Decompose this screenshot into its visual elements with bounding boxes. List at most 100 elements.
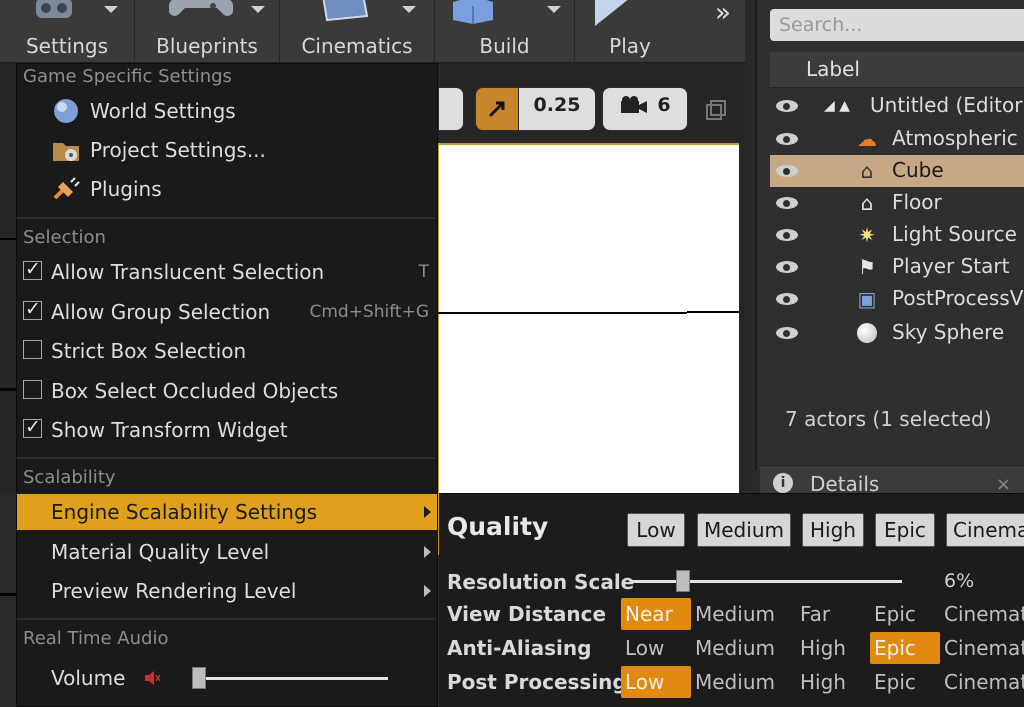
resolution-slider-track[interactable]	[632, 580, 902, 583]
volume-row: Volume	[17, 660, 437, 696]
volume-slider-thumb[interactable]	[192, 667, 206, 689]
post-process-volume-icon: ▣	[857, 287, 877, 311]
option-button[interactable]: Medium	[691, 666, 795, 698]
shortcut-label: Cmd+Shift+G	[309, 302, 429, 322]
section-heading: Game Specific Settings	[23, 66, 232, 87]
option-button[interactable]: Epic	[870, 632, 940, 664]
checkbox-unchecked[interactable]	[23, 380, 42, 399]
preset-high-button[interactable]: High	[802, 513, 864, 547]
outliner-row[interactable]: ✷ Light Source	[770, 219, 1024, 251]
speaker-muted-icon[interactable]	[143, 669, 161, 687]
option-button[interactable]: Epic	[870, 598, 940, 630]
resolution-scale-label: Resolution Scale	[447, 570, 635, 594]
outliner-search-input[interactable]: Search...	[770, 9, 1024, 41]
menu-item-label: World Settings	[90, 99, 236, 123]
camera-speed-button[interactable]: 6	[602, 87, 688, 585]
cinematics-label: Cinematics	[301, 34, 413, 58]
visibility-eye-icon[interactable]	[776, 100, 798, 112]
build-button[interactable]: Build	[435, 0, 575, 63]
outliner-column-header[interactable]: Label	[770, 52, 1024, 88]
visibility-eye-icon[interactable]	[776, 327, 798, 339]
menu-item-label: Strict Box Selection	[51, 339, 247, 363]
option-button[interactable]: Cinemat	[940, 632, 1024, 664]
option-button[interactable]: Epic	[870, 666, 940, 698]
play-button[interactable]: Play	[575, 0, 685, 63]
outliner-row[interactable]: ◢ ▲ Untitled (Editor)	[770, 90, 1024, 122]
rotation-snap-button[interactable]	[438, 87, 464, 131]
menu-item-label: Show Transform Widget	[51, 418, 288, 442]
blueprints-label: Blueprints	[156, 34, 258, 58]
maximize-viewport-icon[interactable]	[705, 99, 727, 121]
scale-snap-toggle[interactable]	[475, 87, 519, 131]
section-heading: Real Time Audio	[23, 628, 169, 649]
plugins-item[interactable]: Plugins	[17, 171, 437, 207]
preset-cinematic-button[interactable]: Cinema	[946, 513, 1024, 547]
outliner-row[interactable]: ☁ Atmospheric F	[770, 123, 1024, 155]
option-button[interactable]: Medium	[691, 632, 795, 664]
project-settings-item[interactable]: Project Settings...	[17, 132, 437, 168]
outliner-row-selected[interactable]: ⌂ Cube	[770, 155, 1024, 187]
cinematics-button[interactable]: Cinematics	[280, 0, 435, 63]
checkbox-checked[interactable]	[23, 298, 42, 320]
preset-medium-button[interactable]: Medium	[697, 513, 791, 547]
chevron-down-icon	[104, 6, 118, 13]
outliner-row[interactable]: Sky Sphere	[770, 317, 1024, 349]
menu-item-label: Preview Rendering Level	[51, 579, 297, 603]
box-select-occluded-item[interactable]: Box Select Occluded Objects	[17, 373, 437, 409]
option-button[interactable]: Cinemat	[940, 666, 1024, 698]
outliner-row[interactable]: ⚑ Player Start	[770, 251, 1024, 283]
option-button[interactable]: Low	[621, 666, 691, 698]
option-button[interactable]: Low	[621, 632, 691, 664]
outliner-row[interactable]: ▣ PostProcessV	[770, 283, 1024, 315]
scale-snap-value[interactable]: 0.25	[518, 87, 596, 585]
preview-rendering-level-item[interactable]: Preview Rendering Level	[17, 573, 437, 609]
allow-group-selection-item[interactable]: Allow Group Selection Cmd+Shift+G	[17, 294, 437, 330]
viewport-grid-line	[0, 388, 16, 391]
option-button[interactable]: Near	[621, 598, 691, 630]
visibility-eye-icon[interactable]	[776, 293, 798, 305]
player-start-icon: ⚑	[858, 255, 876, 279]
outliner-row[interactable]: ⌂ Floor	[770, 187, 1024, 219]
anti-aliasing-label: Anti-Aliasing	[447, 636, 592, 660]
blueprints-button[interactable]: Blueprints	[135, 0, 280, 63]
menu-separator	[17, 217, 435, 219]
world-settings-item[interactable]: World Settings	[17, 93, 437, 129]
actor-name: Atmospheric F	[892, 126, 1024, 150]
menu-item-label: Material Quality Level	[51, 540, 270, 564]
material-quality-level-item[interactable]: Material Quality Level	[17, 534, 437, 570]
option-button[interactable]: Cinemat	[940, 598, 1024, 630]
preset-epic-button[interactable]: Epic	[875, 513, 935, 547]
viewport-grid-line	[0, 238, 16, 240]
visibility-eye-icon[interactable]	[776, 261, 798, 273]
toolbar-overflow-button[interactable]: »	[705, 0, 741, 30]
preset-low-button[interactable]: Low	[627, 513, 685, 547]
close-icon[interactable]: ×	[996, 474, 1011, 495]
quality-title: Quality	[447, 512, 549, 541]
checkbox-unchecked[interactable]	[23, 340, 42, 359]
visibility-eye-icon[interactable]	[776, 197, 798, 209]
resolution-value: 6%	[944, 570, 975, 592]
label-column-header[interactable]: Label	[806, 57, 860, 81]
allow-translucent-selection-item[interactable]: Allow Translucent Selection T	[17, 254, 437, 290]
resolution-slider-thumb[interactable]	[676, 570, 691, 592]
view-distance-row: View Distance Near Medium Far Epic Cinem…	[439, 598, 1024, 632]
visibility-eye-icon[interactable]	[776, 133, 798, 145]
engine-scalability-settings-item[interactable]: Engine Scalability Settings	[17, 494, 437, 530]
show-transform-widget-item[interactable]: Show Transform Widget	[17, 412, 437, 448]
volume-slider-track[interactable]	[192, 677, 388, 680]
option-button[interactable]: Medium	[691, 598, 795, 630]
option-button[interactable]: High	[796, 666, 868, 698]
option-button[interactable]: Far	[796, 598, 868, 630]
menu-item-label: Engine Scalability Settings	[51, 500, 318, 524]
strict-box-selection-item[interactable]: Strict Box Selection	[17, 333, 437, 369]
checkbox-checked[interactable]	[23, 258, 42, 280]
visibility-eye-icon[interactable]	[776, 229, 798, 241]
actor-name: Untitled (Editor)	[870, 93, 1024, 117]
visibility-eye-icon[interactable]	[776, 165, 798, 177]
settings-button[interactable]: Settings	[0, 0, 135, 63]
actor-name: Cube	[892, 158, 944, 182]
main-toolbar: Settings Blueprints Cinematics Build Pla…	[0, 0, 745, 63]
option-button[interactable]: High	[796, 632, 868, 664]
anti-aliasing-row: Anti-Aliasing Low Medium High Epic Cinem…	[439, 632, 1024, 666]
checkbox-checked[interactable]	[23, 416, 42, 438]
